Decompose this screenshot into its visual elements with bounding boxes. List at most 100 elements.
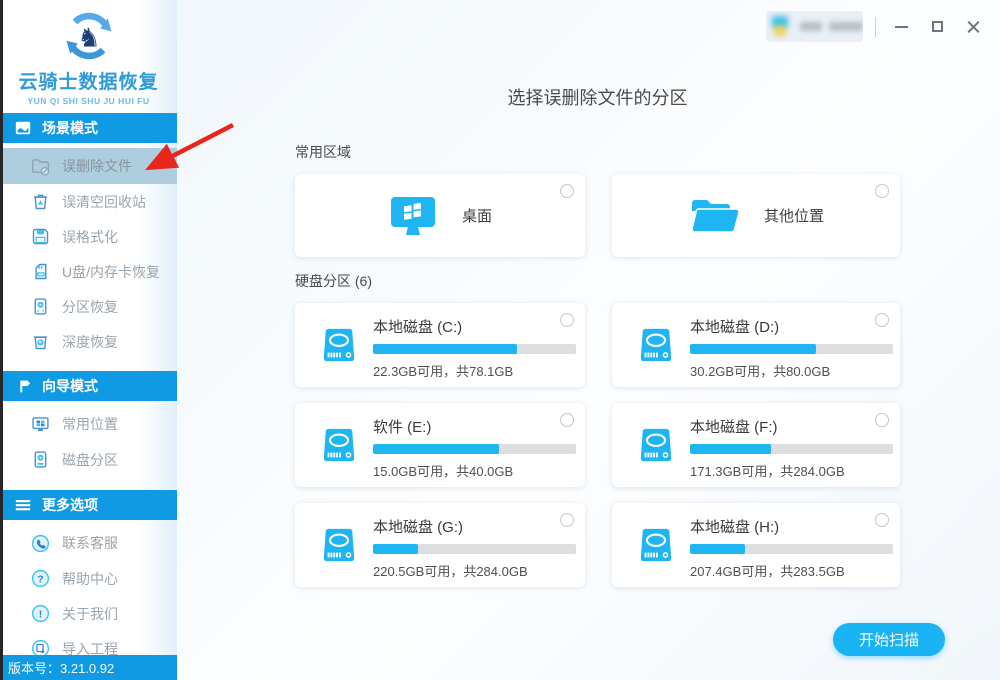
- partition-detail: 220.5GB可用，共284.0GB: [373, 561, 578, 580]
- usage-bar: [373, 544, 576, 554]
- sidebar-item-partition-recovery[interactable]: 分区恢复: [0, 289, 177, 324]
- sidebar-item-contact-support[interactable]: 联系客服: [0, 525, 177, 561]
- svg-text:!: !: [39, 608, 43, 620]
- sidebar-item-usb-card-recovery[interactable]: U盘/内存卡恢复: [0, 254, 177, 289]
- radio-partition-f[interactable]: [875, 413, 889, 427]
- partition-card-c[interactable]: 本地磁盘 (C:) 22.3GB可用，共78.1GB: [295, 303, 585, 387]
- usage-bar-fill: [373, 444, 499, 454]
- partition-name: 本地磁盘 (D:): [690, 316, 895, 337]
- sidebar-item-label: 误格式化: [62, 227, 118, 247]
- sidebar-item-label: 深度恢复: [62, 332, 118, 352]
- help-center-icon: ?: [30, 568, 51, 589]
- partition-name: 本地磁盘 (F:): [690, 416, 895, 437]
- radio-desktop[interactable]: [560, 184, 574, 198]
- app-title: 云骑士数据恢复: [0, 67, 177, 94]
- partition-recovery-icon: [30, 296, 51, 317]
- account-avatar-icon: [772, 16, 793, 37]
- partitions-grid: 本地磁盘 (C:) 22.3GB可用，共78.1GB 本地磁盘 (D:): [295, 303, 900, 587]
- sidebar-item-common-location[interactable]: 常用位置: [0, 406, 177, 442]
- partition-name: 本地磁盘 (G:): [373, 516, 578, 537]
- section-label: 更多选项: [42, 495, 98, 515]
- common-area-label: 常用区域: [295, 142, 900, 162]
- partition-card-h[interactable]: 本地磁盘 (H:) 207.4GB可用，共283.5GB: [612, 503, 900, 587]
- usage-bar-fill: [690, 344, 816, 354]
- partition-card-d[interactable]: 本地磁盘 (D:) 30.2GB可用，共80.0GB: [612, 303, 900, 387]
- about-us-icon: !: [30, 603, 51, 624]
- common-card-other-location[interactable]: 其他位置: [612, 174, 900, 257]
- radio-partition-e[interactable]: [560, 413, 574, 427]
- start-scan-button[interactable]: 开始扫描: [833, 623, 945, 656]
- usage-bar-fill: [373, 344, 517, 354]
- radio-partition-h[interactable]: [875, 513, 889, 527]
- logo-recycle-knight-icon: ♞: [59, 6, 119, 66]
- sidebar-item-label: 误删除文件: [62, 156, 132, 176]
- close-button[interactable]: [960, 14, 986, 40]
- sidebar-item-about-us[interactable]: ! 关于我们: [0, 596, 177, 631]
- sidebar-item-label: 帮助中心: [62, 569, 118, 589]
- radio-partition-g[interactable]: [560, 513, 574, 527]
- sidebar-item-recycle-bin[interactable]: 误清空回收站: [0, 184, 177, 219]
- sidebar-item-label: 磁盘分区: [62, 450, 118, 470]
- main-panel: 选择误删除文件的分区 常用区域 桌面: [177, 0, 1000, 680]
- common-location-icon: [30, 414, 51, 435]
- usb-card-icon: [30, 261, 51, 282]
- sidebar: ♞ 云骑士数据恢复 YUN QI SHI SHU JU HUI FU 场景模式 …: [0, 0, 177, 680]
- maximize-button[interactable]: [924, 14, 950, 40]
- radio-partition-c[interactable]: [560, 313, 574, 327]
- common-area-grid: 桌面 其他位置: [295, 174, 900, 257]
- sidebar-item-label: 分区恢复: [62, 297, 118, 317]
- partition-card-f[interactable]: 本地磁盘 (F:) 171.3GB可用，共284.0GB: [612, 403, 900, 487]
- section-header-scene-mode: 场景模式: [0, 113, 177, 143]
- version-bar: 版本号：3.21.0.92: [0, 655, 177, 680]
- hard-drive-icon: [637, 326, 675, 364]
- hard-drive-icon: [320, 426, 358, 464]
- sidebar-item-format[interactable]: 误格式化: [0, 219, 177, 254]
- version-label: 版本号：3.21.0.92: [8, 658, 114, 677]
- contact-support-icon: [30, 533, 51, 554]
- scene-mode-icon: [14, 119, 32, 137]
- disk-partition-icon: [30, 449, 51, 470]
- section-header-more-options: 更多选项: [0, 490, 177, 520]
- common-card-label: 其他位置: [764, 205, 824, 226]
- sidebar-item-label: 常用位置: [62, 414, 118, 434]
- titlebar-divider: [875, 17, 876, 37]
- partition-detail: 207.4GB可用，共283.5GB: [690, 561, 895, 580]
- sidebar-item-label: 误清空回收站: [62, 192, 146, 212]
- recycle-bin-icon: [30, 191, 51, 212]
- sidebar-item-label: U盘/内存卡恢复: [62, 262, 160, 282]
- app-subtitle: YUN QI SHI SHU JU HUI FU: [0, 96, 177, 106]
- account-badge-blurred[interactable]: [766, 11, 863, 42]
- sidebar-item-label: 关于我们: [62, 604, 118, 624]
- section-label: 向导模式: [42, 376, 98, 396]
- wizard-mode-icon: [14, 377, 32, 395]
- radio-partition-d[interactable]: [875, 313, 889, 327]
- sidebar-item-deleted-file[interactable]: 误删除文件: [0, 148, 177, 184]
- partition-card-g[interactable]: 本地磁盘 (G:) 220.5GB可用，共284.0GB: [295, 503, 585, 587]
- usage-bar: [690, 444, 893, 454]
- sidebar-item-deep-recovery[interactable]: 深度恢复: [0, 324, 177, 359]
- blurred-text: [829, 22, 863, 31]
- hard-drive-icon: [320, 326, 358, 364]
- section-label: 场景模式: [42, 118, 98, 138]
- minimize-icon: [895, 26, 908, 28]
- radio-other-location[interactable]: [875, 184, 889, 198]
- partition-card-e[interactable]: 软件 (E:) 15.0GB可用，共40.0GB: [295, 403, 585, 487]
- partition-detail: 22.3GB可用，共78.1GB: [373, 361, 578, 380]
- desktop-icon: [388, 195, 438, 237]
- common-card-desktop[interactable]: 桌面: [295, 174, 585, 257]
- more-options-icon: [14, 496, 32, 514]
- section-header-wizard-mode: 向导模式: [0, 371, 177, 401]
- deep-recovery-icon: [30, 331, 51, 352]
- partition-name: 本地磁盘 (C:): [373, 316, 578, 337]
- usage-bar: [373, 344, 576, 354]
- format-icon: [30, 226, 51, 247]
- usage-bar: [373, 444, 576, 454]
- hard-drive-icon: [320, 526, 358, 564]
- sidebar-item-disk-partition[interactable]: 磁盘分区: [0, 442, 177, 477]
- partition-detail: 15.0GB可用，共40.0GB: [373, 461, 578, 480]
- usage-bar-fill: [690, 544, 745, 554]
- sidebar-item-help-center[interactable]: ? 帮助中心: [0, 561, 177, 596]
- sidebar-item-label: 联系客服: [62, 533, 118, 553]
- usage-bar: [690, 544, 893, 554]
- minimize-button[interactable]: [888, 14, 914, 40]
